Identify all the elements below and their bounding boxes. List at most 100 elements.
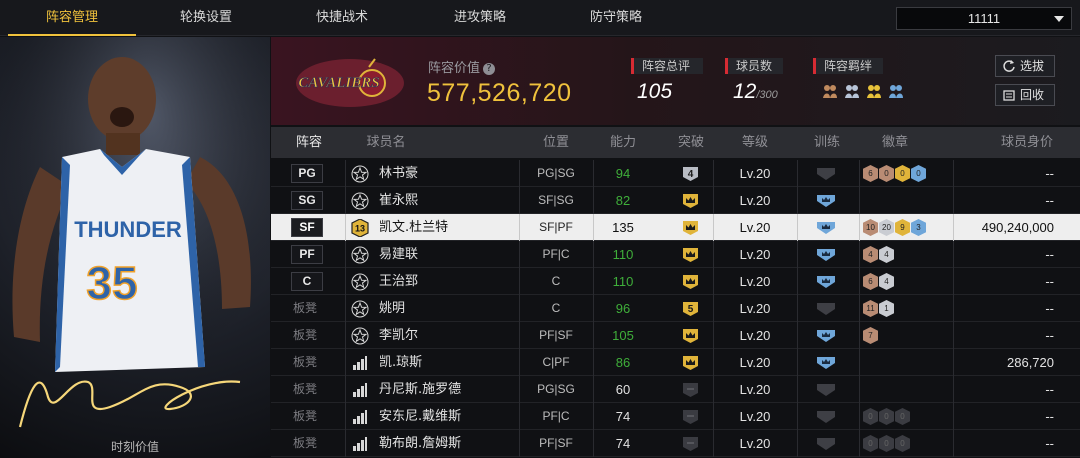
- col-breakthrough[interactable]: 突破: [661, 127, 721, 158]
- table-row[interactable]: 板凳 凯.琼斯 C|PF 86 Lv.20 286,720: [271, 349, 1080, 376]
- badge-icon[interactable]: 3: [911, 219, 926, 236]
- tab-lineup-management[interactable]: 阵容管理: [8, 0, 136, 36]
- col-player-name[interactable]: 球员名: [351, 127, 421, 158]
- player-card[interactable]: THUNDER 35 时刻价值: [0, 37, 270, 458]
- table-row[interactable]: PF 易建联 PF|C 110 Lv.20 4 4 --: [271, 241, 1080, 268]
- column-divider: [953, 376, 954, 403]
- tab-defense-strategy[interactable]: 防守策略: [552, 0, 680, 36]
- chemistry-silver-icon[interactable]: [843, 82, 861, 100]
- badge-icon[interactable]: 4: [879, 273, 894, 290]
- training-inactive-icon: [817, 384, 835, 396]
- badge-icon[interactable]: 0: [879, 435, 894, 452]
- badge-icon[interactable]: 7: [863, 327, 878, 344]
- chemistry-bronze-icon[interactable]: [821, 82, 839, 100]
- position-slot-badge[interactable]: PF: [291, 245, 323, 264]
- badge-icon[interactable]: 9: [895, 219, 910, 236]
- lineup-header: CAVALIERS 阵容价值? 577,526,720 阵容总评 105 球员数…: [271, 37, 1080, 125]
- column-divider: [797, 241, 798, 268]
- table-row[interactable]: 板凳 安东尼.戴维斯 PF|C 74 Lv.20 0 0 0 --: [271, 403, 1080, 430]
- position-slot-badge[interactable]: SG: [291, 191, 323, 210]
- position-slot-badge[interactable]: PG: [291, 164, 323, 183]
- player-name[interactable]: 林书豪: [379, 160, 418, 187]
- badge-icon[interactable]: 0: [863, 435, 878, 452]
- rating-label: 阵容总评: [631, 58, 703, 74]
- table-row[interactable]: PG 林书豪 PG|SG 94 4 Lv.20 6 0 0 0 --: [271, 160, 1080, 187]
- breakthrough-level: 4: [688, 169, 694, 180]
- bench-label[interactable]: 板凳: [293, 430, 317, 457]
- player-name[interactable]: 姚明: [379, 295, 405, 322]
- badge-icon[interactable]: 0: [895, 165, 910, 182]
- badge-icon[interactable]: 0: [863, 408, 878, 425]
- help-icon[interactable]: ?: [483, 63, 496, 75]
- badge-icon[interactable]: 0: [879, 165, 894, 182]
- select-button[interactable]: 选拔: [995, 55, 1055, 77]
- table-row[interactable]: 板凳 勒布朗.詹姆斯 PF|SF 74 Lv.20 0 0 0 --: [271, 430, 1080, 457]
- col-lineup[interactable]: 阵容: [279, 127, 339, 158]
- star-icon: [351, 192, 369, 210]
- player-ability: 135: [612, 220, 634, 235]
- badge-icon[interactable]: 0: [879, 408, 894, 425]
- bench-label[interactable]: 板凳: [293, 295, 317, 322]
- player-name[interactable]: 王治郅: [379, 268, 418, 295]
- badge-icon[interactable]: 10: [863, 219, 878, 236]
- player-name[interactable]: 李凯尔: [379, 322, 418, 349]
- bench-label[interactable]: 板凳: [293, 322, 317, 349]
- position-slot-badge[interactable]: C: [291, 272, 323, 291]
- badge-icon[interactable]: 0: [911, 165, 926, 182]
- bench-label[interactable]: 板凳: [293, 403, 317, 430]
- player-position: C|PF: [542, 355, 570, 369]
- player-name[interactable]: 凯文.杜兰特: [379, 214, 448, 241]
- table-row[interactable]: SF 13 凯文.杜兰特 SF|PF 135 Lv.20 10 20 9 3 490,240,000: [271, 214, 1080, 241]
- badge-icon[interactable]: 4: [879, 246, 894, 263]
- col-ability[interactable]: 能力: [593, 127, 653, 158]
- table-row[interactable]: 板凳 姚明 C 96 5 Lv.20 11 1 --: [271, 295, 1080, 322]
- player-market-value: --: [1045, 274, 1054, 289]
- chemistry-gold-icon[interactable]: [865, 82, 883, 100]
- col-position[interactable]: 位置: [519, 127, 593, 158]
- bench-label[interactable]: 板凳: [293, 376, 317, 403]
- column-divider: [953, 322, 954, 349]
- player-name[interactable]: 安东尼.戴维斯: [379, 403, 461, 430]
- player-name[interactable]: 凯.琼斯: [379, 349, 422, 376]
- tab-rotation-settings[interactable]: 轮换设置: [142, 0, 270, 36]
- table-row[interactable]: 板凳 丹尼斯.施罗德 PG|SG 60 Lv.20 --: [271, 376, 1080, 403]
- team-select-dropdown[interactable]: 11111: [896, 7, 1072, 30]
- column-divider: [859, 214, 860, 241]
- col-level[interactable]: 等级: [713, 127, 797, 158]
- player-name[interactable]: 勒布朗.詹姆斯: [379, 430, 461, 457]
- breakthrough-empty-icon: [683, 437, 698, 451]
- bench-label[interactable]: 板凳: [293, 349, 317, 376]
- badge-icon[interactable]: 1: [879, 300, 894, 317]
- tab-quick-tactics[interactable]: 快捷战术: [278, 0, 406, 36]
- col-training[interactable]: 训练: [797, 127, 857, 158]
- table-row[interactable]: SG 崔永熙 SF|SG 82 Lv.20 --: [271, 187, 1080, 214]
- column-divider: [345, 376, 346, 403]
- badge-icon[interactable]: 4: [863, 246, 878, 263]
- table-row[interactable]: C 王治郅 C 110 Lv.20 6 4 --: [271, 268, 1080, 295]
- chemistry-blue-icon[interactable]: [887, 82, 905, 100]
- position-slot-badge[interactable]: SF: [291, 218, 323, 237]
- player-illustration: THUNDER 35: [0, 37, 270, 458]
- stats-bars-icon: [353, 410, 367, 424]
- badge-icon[interactable]: 0: [895, 435, 910, 452]
- column-divider: [859, 295, 860, 322]
- badge-icon[interactable]: 6: [863, 273, 878, 290]
- badge-icon[interactable]: 20: [879, 219, 894, 236]
- player-name[interactable]: 丹尼斯.施罗德: [379, 376, 461, 403]
- card-level-icon: 13: [351, 219, 369, 237]
- stats-bars-icon: [353, 437, 367, 451]
- badge-icon[interactable]: 11: [863, 300, 878, 317]
- badge-icon[interactable]: 6: [863, 165, 878, 182]
- tab-offense-strategy[interactable]: 进攻策略: [416, 0, 544, 36]
- column-divider: [859, 403, 860, 430]
- recall-button[interactable]: 回收: [995, 84, 1055, 106]
- column-divider: [953, 214, 954, 241]
- crown-icon: [683, 356, 698, 370]
- player-name[interactable]: 崔永熙: [379, 187, 418, 214]
- col-player-value[interactable]: 球员身价: [987, 127, 1067, 158]
- training-active-icon: [817, 249, 835, 261]
- table-row[interactable]: 板凳 李凯尔 PF|SF 105 Lv.20 7 --: [271, 322, 1080, 349]
- badge-icon[interactable]: 0: [895, 408, 910, 425]
- col-badges[interactable]: 徽章: [865, 127, 925, 158]
- player-name[interactable]: 易建联: [379, 241, 418, 268]
